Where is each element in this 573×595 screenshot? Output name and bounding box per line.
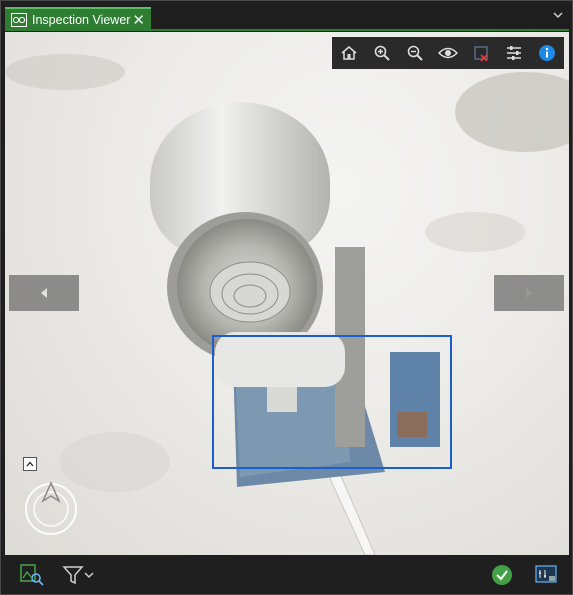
chevron-right-icon [526, 288, 532, 298]
inspection-image[interactable] [5, 32, 569, 555]
compass-icon[interactable] [23, 479, 79, 535]
next-image-button[interactable] [494, 275, 564, 311]
zoom-out-icon[interactable] [401, 39, 429, 67]
filter-icon [62, 566, 84, 585]
chevron-down-icon[interactable] [552, 9, 564, 21]
drone-photo [5, 54, 569, 555]
tab-inspection-viewer[interactable]: Inspection Viewer ✕ [5, 7, 151, 30]
chevron-left-icon [41, 288, 47, 298]
close-icon[interactable]: ✕ [132, 11, 145, 29]
tab-title: Inspection Viewer [32, 12, 131, 27]
chevron-up-icon [26, 461, 34, 467]
detection-bounding-box[interactable] [212, 335, 452, 469]
bottom-bar [1, 555, 572, 594]
tab-underline [5, 29, 569, 31]
zoom-in-icon[interactable] [368, 39, 396, 67]
collapse-overview-button[interactable] [23, 457, 37, 471]
crop-clear-icon[interactable] [467, 39, 495, 67]
image-search-icon[interactable] [19, 563, 45, 587]
eye-icon[interactable] [434, 39, 462, 67]
filter-dropdown[interactable] [57, 563, 99, 587]
inspection-viewer-window: Inspection Viewer ✕ [0, 0, 573, 595]
settings-panel-icon[interactable] [533, 563, 559, 587]
viewer-toolbar [332, 37, 564, 69]
adjust-sliders-icon[interactable] [500, 39, 528, 67]
previous-image-button[interactable] [9, 275, 79, 311]
home-icon[interactable] [335, 39, 363, 67]
info-icon[interactable] [533, 39, 561, 67]
tab-bar: Inspection Viewer ✕ [1, 1, 572, 31]
approve-check-icon[interactable] [489, 563, 515, 587]
camera-grid-icon [11, 12, 27, 27]
chevron-down-icon [84, 572, 94, 579]
